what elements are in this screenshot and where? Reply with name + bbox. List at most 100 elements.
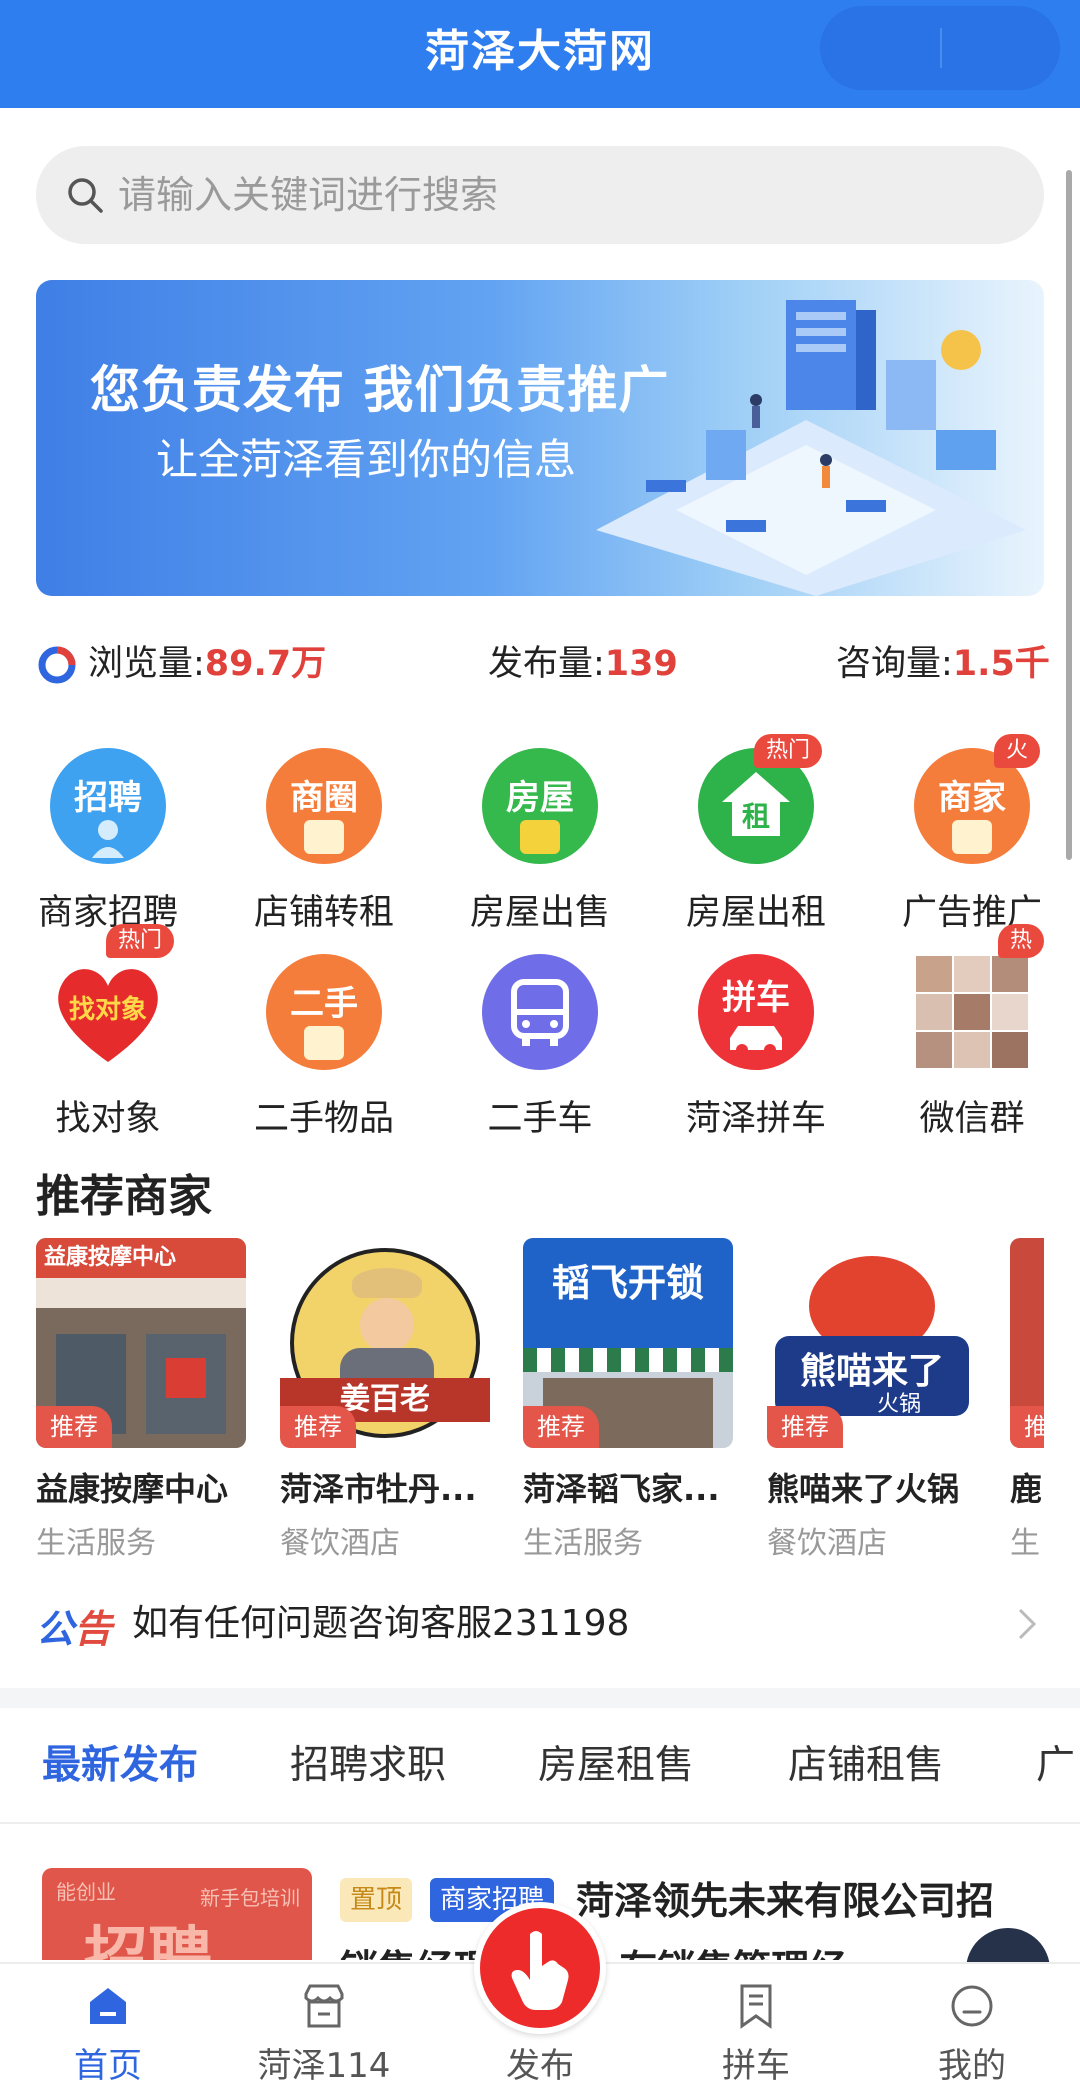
category-label: 商家招聘 <box>37 893 178 933</box>
category-carpool[interactable]: 拼车 菏泽拼车 <box>648 954 864 1144</box>
category-used-car[interactable]: 二手车 <box>432 954 648 1144</box>
rent-glyph: 租 <box>742 800 770 833</box>
category-label: 二手车 <box>487 1099 593 1139</box>
category-recruit[interactable]: 招聘 商家招聘 <box>0 748 216 938</box>
merchant-card[interactable]: 熊喵来了 火锅 推荐 熊喵来了火锅 餐饮酒店 <box>767 1238 977 1561</box>
search-icon <box>68 178 103 213</box>
merchant-card[interactable]: 姜百老 推荐 菏泽市牡丹... 餐饮酒店 <box>280 1238 490 1561</box>
logo-char-1: 公 <box>36 1607 75 1651</box>
photo-collage-icon <box>916 956 1028 1068</box>
category-label: 广告推广 <box>901 893 1042 933</box>
category-icon-text: 房屋 <box>506 778 574 818</box>
carpool-icon: 拼车 <box>698 954 814 1070</box>
tab-ads[interactable]: 广 <box>1036 1708 1075 1824</box>
logo-char-2: 告 <box>74 1607 113 1651</box>
stats-row: 浏览量:89.7万 发布量:139 咨询量:1.5千 <box>36 636 1050 692</box>
stat-views-value: 89.7万 <box>204 644 327 684</box>
category-label: 房屋出租 <box>685 893 826 933</box>
nav-label: 发布 <box>506 2046 574 2086</box>
publish-button[interactable] <box>474 1902 606 2034</box>
search-bar[interactable]: 请输入关键词进行搜索 <box>36 146 1044 244</box>
stat-posts: 发布量:139 <box>488 636 678 692</box>
merchant-photo: 熊喵来了 火锅 推荐 <box>767 1238 977 1448</box>
banner-subtitle: 让全菏泽看到你的信息 <box>156 435 577 484</box>
merchant-photo: 姜百老 推荐 <box>280 1238 490 1448</box>
stat-views-label: 浏览量: <box>88 644 205 684</box>
merchant-name: 鹿 <box>1010 1470 1043 1508</box>
tab-latest[interactable]: 最新发布 <box>42 1708 198 1824</box>
secondhand-icon: 二手 <box>266 954 382 1070</box>
mini-program-capsule[interactable] <box>820 6 1060 90</box>
top-header: 菏泽大菏网 <box>0 0 1080 108</box>
category-store-sublet[interactable]: 商圈 店铺转租 <box>216 748 432 938</box>
straw-hat <box>352 1268 422 1298</box>
merchant-photo: 益康按摩中心 推荐 <box>36 1238 246 1448</box>
listing-tabs: 最新发布 招聘求职 房屋租售 店铺租售 广 <box>0 1708 1080 1824</box>
sign-text: 韬飞开锁 <box>551 1261 704 1305</box>
heart-text: 找对象 <box>69 994 147 1025</box>
recommend-tag: 推荐 <box>523 1406 599 1448</box>
isometric-illustration <box>596 300 1026 596</box>
person-silhouette <box>92 820 124 858</box>
nav-profile[interactable]: 我的 <box>864 1964 1080 2100</box>
hot-badge: 热 <box>998 924 1045 958</box>
category-label: 店铺转租 <box>253 893 394 933</box>
bus-icon <box>482 954 598 1070</box>
category-icon-text: 拼车 <box>722 978 790 1018</box>
recommend-tag: 推荐 <box>280 1406 356 1448</box>
tap-hand-icon <box>511 1931 569 2010</box>
merchant-card[interactable]: 韬飞开锁 推荐 菏泽韬飞家... 生活服务 <box>523 1238 733 1561</box>
logo-text: 熊喵来了 <box>799 1351 944 1392</box>
category-label: 菏泽拼车 <box>685 1099 826 1139</box>
pie-chart-icon <box>38 646 76 684</box>
tab-recruitment[interactable]: 招聘求职 <box>290 1708 446 1824</box>
tab-housing[interactable]: 房屋租售 <box>538 1708 694 1824</box>
category-house-rent[interactable]: 租 热门 房屋出租 <box>648 734 864 938</box>
category-label: 房屋出售 <box>469 893 610 933</box>
category-wechat-group[interactable]: 热 微信群 <box>864 924 1080 1144</box>
merchant-name: 菏泽市牡丹... <box>280 1470 477 1508</box>
category-house-sale[interactable]: 房屋 房屋出售 <box>432 748 648 938</box>
awning-shape <box>304 820 344 854</box>
hot-badge: 热门 <box>754 734 823 768</box>
merchant-category: 生 <box>1010 1526 1040 1558</box>
announcement-logo: 公告 <box>36 1598 112 1653</box>
nav-label: 我的 <box>938 2046 1006 2086</box>
chevron-right-icon <box>1018 1608 1037 1640</box>
stat-posts-label: 发布量: <box>488 644 605 684</box>
listing-title: 菏泽领先未来有限公司招 <box>576 1879 995 1923</box>
home-icon <box>90 1988 126 2024</box>
merchant-card[interactable]: 益康按摩中心 推荐 益康按摩中心 生活服务 <box>36 1238 246 1561</box>
announcement-bar[interactable]: 公告 如有任何问题咨询客服231198 <box>36 1588 1044 1660</box>
nav-heze114[interactable]: 菏泽114 <box>216 1964 432 2100</box>
category-icon-text: 二手 <box>290 984 358 1024</box>
nav-carpool[interactable]: 拼车 <box>648 1964 864 2100</box>
category-advertising[interactable]: 商家 火 广告推广 <box>864 734 1080 938</box>
awning-shape <box>952 820 992 854</box>
tab-shops[interactable]: 店铺租售 <box>788 1708 944 1824</box>
section-divider <box>0 1688 1080 1708</box>
hot-badge: 热门 <box>106 924 175 958</box>
category-label: 二手物品 <box>253 1099 394 1139</box>
logo-subtext: 火锅 <box>877 1392 922 1417</box>
recruit-icon: 招聘 <box>50 748 166 864</box>
thumbnail-text-right: 新手包培训 <box>200 1886 300 1910</box>
category-dating[interactable]: 找对象 热门 找对象 <box>0 924 216 1144</box>
nav-home[interactable]: 首页 <box>0 1964 216 2100</box>
recommend-tag: 推荐 <box>36 1406 112 1448</box>
stat-inquiries-label: 咨询量: <box>836 644 953 684</box>
promo-banner[interactable]: 您负责发布 我们负责推广 让全菏泽看到你的信息 <box>36 280 1044 596</box>
category-icon-text: 招聘 <box>74 778 142 818</box>
recommend-tag: 推荐 <box>767 1406 843 1448</box>
banner-title: 您负责发布 我们负责推广 <box>90 361 670 419</box>
stat-inquiries: 咨询量:1.5千 <box>836 636 1050 692</box>
capsule-divider <box>940 28 942 68</box>
shop-icon <box>304 1984 344 2028</box>
category-secondhand[interactable]: 二手 二手物品 <box>216 954 432 1144</box>
merchant-name: 菏泽韬飞家... <box>523 1470 720 1508</box>
stat-inquiries-value: 1.5千 <box>952 644 1050 684</box>
building-shape <box>520 820 560 854</box>
merchant-card[interactable]: 推荐 鹿 生 <box>1010 1238 1044 1558</box>
merchant-category: 餐饮酒店 <box>280 1526 400 1561</box>
category-label: 找对象 <box>55 1099 161 1139</box>
